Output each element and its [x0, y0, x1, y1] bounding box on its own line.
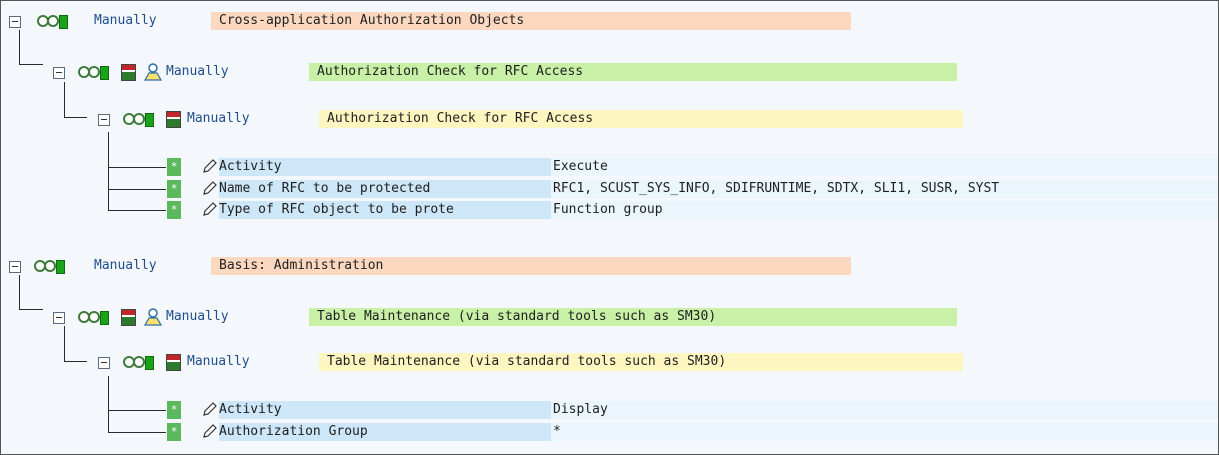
status-manually-link[interactable]: Manually — [187, 354, 250, 369]
status-manually-link[interactable]: Manually — [166, 64, 229, 79]
field-row[interactable]: * Type of RFC object to be prote Functio… — [167, 201, 1218, 219]
tree-connector — [19, 30, 20, 65]
tree-connector — [108, 167, 166, 168]
authorization-tree: Manually Cross-application Authorization… — [0, 0, 1219, 455]
field-name: Activity — [219, 401, 551, 419]
collapse-toggle-icon[interactable] — [9, 261, 21, 273]
collapse-toggle-icon[interactable] — [53, 312, 65, 324]
collapse-toggle-icon[interactable] — [98, 357, 110, 369]
field-value[interactable]: Function group — [551, 201, 1218, 219]
tree-connector — [19, 309, 43, 310]
user-profile-icon — [143, 63, 164, 81]
maintained-star-icon: * — [167, 401, 181, 419]
node-description: Cross-application Authorization Objects — [211, 12, 851, 30]
field-value[interactable]: Execute — [551, 158, 1218, 176]
tree-connector — [108, 432, 166, 433]
tree-node-level0[interactable]: Manually Basis: Administration — [9, 255, 851, 277]
maintained-star-icon: * — [167, 158, 181, 176]
tree-connector — [64, 117, 87, 118]
collapse-toggle-icon[interactable] — [53, 67, 65, 79]
tree-node-level2[interactable]: Manually Table Maintenance (via standard… — [98, 351, 968, 373]
node-description: Table Maintenance (via standard tools su… — [319, 353, 963, 371]
pencil-edit-icon[interactable] — [201, 424, 217, 440]
field-row[interactable]: * Activity Display — [167, 401, 1218, 419]
tree-node-level2[interactable]: Manually Authorization Check for RFC Acc… — [98, 108, 968, 130]
field-name: Authorization Group — [219, 423, 551, 441]
authorization-object-icon — [121, 309, 136, 326]
field-value[interactable]: RFC1, SCUST_SYS_INFO, SDIFRUNTIME, SDTX,… — [551, 180, 1218, 198]
maintained-star-icon: * — [167, 201, 181, 219]
tree-node-level1[interactable]: Manually Authorization Check for RFC Acc… — [53, 61, 957, 83]
tree-connector — [64, 326, 65, 362]
tree-connector — [19, 275, 20, 310]
authorization-object-icon — [166, 111, 181, 128]
tree-connector — [19, 64, 43, 65]
pencil-edit-icon[interactable] — [201, 159, 217, 175]
collapse-toggle-icon[interactable] — [9, 16, 21, 28]
authorization-object-icon — [121, 64, 136, 81]
status-manually-link[interactable]: Manually — [94, 13, 157, 28]
traffic-light-icon — [78, 311, 114, 325]
field-row[interactable]: * Authorization Group * — [167, 423, 1218, 441]
node-description: Table Maintenance (via standard tools su… — [309, 308, 957, 326]
field-row[interactable]: * Activity Execute — [167, 158, 1218, 176]
status-manually-link[interactable]: Manually — [94, 258, 157, 273]
traffic-light-icon — [78, 66, 114, 80]
field-name: Activity — [219, 158, 551, 176]
field-name: Name of RFC to be protected — [219, 180, 551, 198]
maintained-star-icon: * — [167, 423, 181, 441]
tree-connector — [64, 82, 65, 118]
field-row[interactable]: * Name of RFC to be protected RFC1, SCUS… — [167, 180, 1218, 198]
pencil-edit-icon[interactable] — [201, 202, 217, 218]
tree-connector — [108, 132, 109, 210]
user-profile-icon — [143, 308, 164, 326]
tree-connector — [108, 376, 109, 432]
traffic-light-icon — [123, 113, 159, 127]
tree-node-level1[interactable]: Manually Table Maintenance (via standard… — [53, 306, 957, 328]
pencil-edit-icon[interactable] — [201, 181, 217, 197]
field-value[interactable]: Display — [551, 401, 1218, 419]
tree-connector — [108, 210, 166, 211]
field-name: Type of RFC object to be prote — [219, 201, 551, 219]
collapse-toggle-icon[interactable] — [98, 114, 110, 126]
status-manually-link[interactable]: Manually — [187, 111, 250, 126]
tree-connector — [108, 410, 166, 411]
field-value[interactable]: * — [551, 423, 1218, 441]
traffic-light-icon — [123, 356, 159, 370]
node-description: Basis: Administration — [211, 257, 851, 275]
node-description: Authorization Check for RFC Access — [309, 63, 957, 81]
traffic-light-icon — [34, 260, 70, 274]
pencil-edit-icon[interactable] — [201, 402, 217, 418]
tree-connector — [64, 361, 87, 362]
tree-node-level0[interactable]: Manually Cross-application Authorization… — [9, 10, 851, 32]
authorization-object-icon — [166, 354, 181, 371]
traffic-light-icon — [37, 15, 73, 29]
node-description: Authorization Check for RFC Access — [319, 110, 963, 128]
maintained-star-icon: * — [167, 180, 181, 198]
tree-connector — [108, 189, 166, 190]
status-manually-link[interactable]: Manually — [166, 309, 229, 324]
